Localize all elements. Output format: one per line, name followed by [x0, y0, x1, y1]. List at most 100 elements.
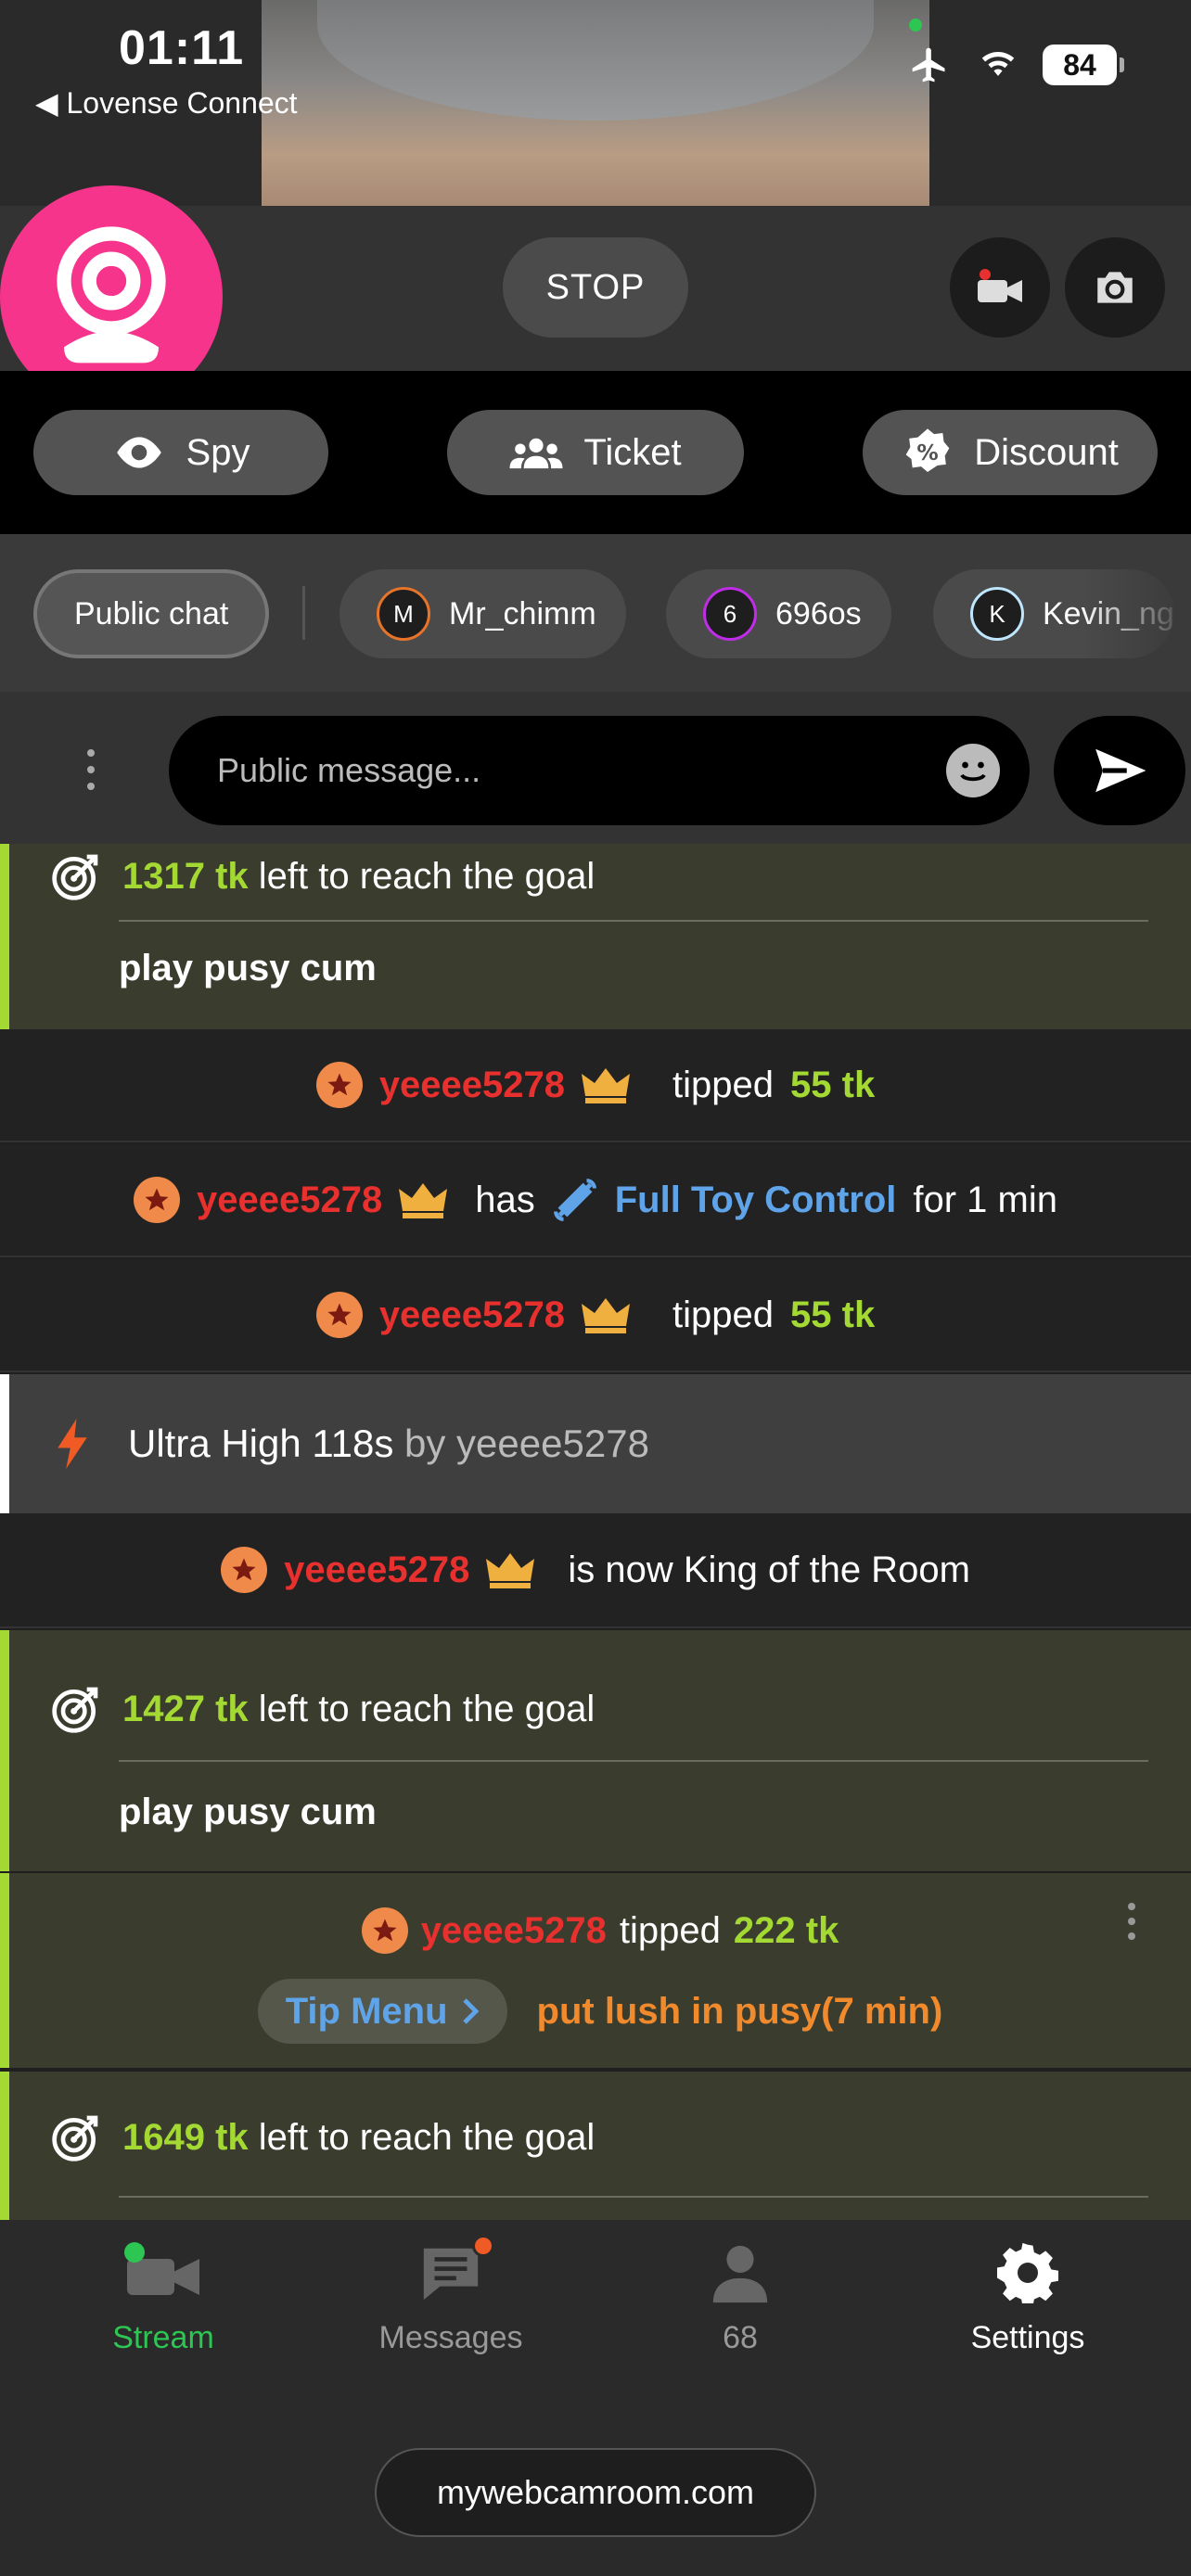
crown-icon: [399, 1183, 448, 1218]
tab-label: Mr_chimm: [449, 595, 596, 631]
tip-amount: 222 tk: [733, 1909, 839, 1951]
username[interactable]: yeeee5278: [379, 1294, 565, 1336]
tip-menu-link[interactable]: Tip Menu: [257, 1979, 507, 2044]
airplane-icon: [912, 47, 945, 83]
avatar: 6: [703, 587, 757, 641]
toy-control-message: yeeee5278 has Full Toy Control for 1 min: [0, 1144, 1191, 1257]
goal-divider: [119, 2196, 1148, 2198]
camera-record-button[interactable]: [950, 237, 1050, 338]
tip-action: tipped: [672, 1294, 775, 1335]
wifi-icon: [981, 52, 1015, 76]
tip-message: yeeee5278 tipped 55 tk: [0, 1259, 1191, 1372]
nav-settings-label: Settings: [970, 2320, 1085, 2355]
user-icon: [712, 2245, 768, 2303]
nav-settings[interactable]: Settings: [916, 2242, 1139, 2356]
send-button[interactable]: [1054, 716, 1185, 825]
spy-button[interactable]: Spy: [33, 410, 328, 495]
send-icon: [1095, 748, 1146, 793]
nav-messages[interactable]: Messages: [339, 2235, 562, 2356]
lightning-icon: [58, 1419, 87, 1469]
goal-line: 1649 tk left to reach the goal: [50, 2096, 595, 2179]
has-text: has: [475, 1179, 535, 1220]
eye-icon: [116, 437, 161, 468]
video-camera-icon: [978, 269, 1022, 302]
camera-switch-icon: [1097, 272, 1133, 303]
discount-button[interactable]: % Discount: [863, 410, 1158, 495]
users-icon: [509, 438, 563, 469]
target-icon: [52, 2115, 98, 2162]
discount-percent-icon: %: [905, 428, 950, 472]
star-badge-icon: [221, 1547, 268, 1593]
avatar: K: [970, 587, 1024, 641]
target-icon: [52, 854, 98, 900]
spy-label: Spy: [186, 431, 250, 473]
target-icon: [52, 1687, 98, 1733]
stop-stream-button[interactable]: STOP: [503, 237, 688, 338]
ticket-button[interactable]: Ticket: [447, 410, 744, 495]
tip-action: tipped: [619, 1909, 721, 1951]
goal-line: 1427 tk left to reach the goal: [50, 1667, 595, 1751]
goal-text: left to reach the goal: [258, 2116, 596, 2158]
tip-menu-label: Tip Menu: [285, 1990, 448, 2032]
tip-message: yeeee5278 tipped 55 tk: [0, 1029, 1191, 1142]
more-options-icon[interactable]: [87, 749, 95, 790]
nav-stream-label: Stream: [112, 2320, 214, 2355]
star-badge-icon: [315, 1062, 363, 1108]
crown-icon: [582, 1068, 631, 1103]
username[interactable]: yeeee5278: [197, 1180, 382, 1221]
full-toy-control-link[interactable]: Full Toy Control: [615, 1180, 897, 1221]
goal-line: 1317 tk left to reach the goal: [50, 844, 595, 918]
crown-icon: [486, 1553, 535, 1588]
site-domain-link[interactable]: mywebcamroom.com: [375, 2448, 816, 2537]
back-to-app-link[interactable]: ◀ Lovense Connect: [35, 85, 298, 121]
switch-camera-button[interactable]: [1065, 237, 1165, 338]
goal-message: 1317 tk left to reach the goal play pusy…: [0, 844, 1191, 1029]
viewer-count: 68: [723, 2320, 758, 2355]
king-message: yeeee5278 is now King of the Room: [0, 1513, 1191, 1628]
emoji-icon[interactable]: [946, 744, 1000, 797]
message-options-icon[interactable]: [1128, 1903, 1135, 1940]
vibration-label: Ultra High 118s: [128, 1422, 394, 1465]
goal-text: left to reach the goal: [258, 1688, 596, 1729]
star-badge-icon: [134, 1177, 180, 1223]
tab-label: Public chat: [74, 595, 229, 631]
chevron-right-icon: [462, 1998, 479, 2024]
star-badge-icon: [315, 1292, 363, 1338]
nav-stream[interactable]: Stream: [52, 2242, 275, 2356]
camera-in-use-indicator: [909, 19, 922, 32]
tab-public-chat[interactable]: Public chat: [33, 569, 270, 658]
video-preview: [262, 0, 929, 206]
tab-label: 696os: [775, 595, 862, 631]
status-icons: 84: [905, 45, 1124, 85]
vibration-by: by yeeee5278: [404, 1422, 649, 1465]
goal-message: 1427 tk left to reach the goal play pusy…: [0, 1630, 1191, 1871]
tip-amount: 55 tk: [790, 1294, 876, 1335]
crown-icon: [582, 1298, 631, 1333]
public-message-input[interactable]: Public message...: [169, 716, 1030, 825]
username[interactable]: yeeee5278: [421, 1910, 607, 1952]
tab-private-chat-696os[interactable]: 6 696os: [666, 569, 891, 658]
svg-text:%: %: [917, 440, 939, 465]
tip-menu-item: put lush in pusy(7 min): [536, 1990, 943, 2032]
goal-amount: 1317 tk: [122, 855, 249, 897]
duration-text: for 1 min: [913, 1179, 1057, 1220]
tab-private-chat-mr-chimm[interactable]: M Mr_chimm: [339, 569, 626, 658]
star-badge-icon: [361, 1907, 408, 1954]
chat-feed: 1317 tk left to reach the goal play pusy…: [0, 844, 1191, 2220]
username[interactable]: yeeee5278: [379, 1065, 565, 1106]
username[interactable]: yeeee5278: [284, 1549, 469, 1591]
gear-icon: [997, 2242, 1058, 2303]
king-text: is now King of the Room: [568, 1549, 970, 1590]
battery-icon: 84: [1043, 45, 1124, 85]
goal-divider: [119, 920, 1148, 922]
goal-amount: 1427 tk: [122, 1688, 249, 1729]
message-placeholder: Public message...: [217, 751, 481, 789]
tip-amount: 55 tk: [790, 1064, 876, 1105]
tip-menu-message: yeeee5278 tipped 222 tk Tip Menu put lus…: [0, 1873, 1191, 2068]
tabs-fade: [1080, 534, 1191, 692]
goal-amount: 1649 tk: [122, 2116, 249, 2158]
goal-message: 1649 tk left to reach the goal: [0, 2072, 1191, 2220]
goal-title: play pusy cum: [119, 1792, 377, 1832]
nav-viewers[interactable]: 68: [629, 2242, 852, 2356]
avatar: M: [377, 587, 430, 641]
